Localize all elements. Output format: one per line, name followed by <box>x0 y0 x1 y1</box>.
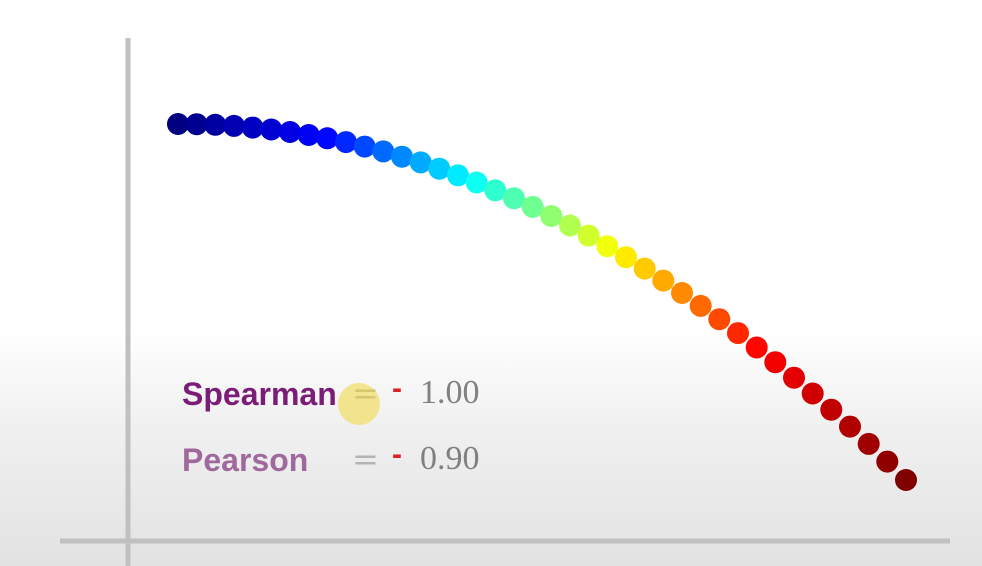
data-point <box>391 145 413 168</box>
data-point <box>241 116 264 139</box>
data-point <box>764 351 787 374</box>
scatter-chart <box>60 38 950 566</box>
data-point <box>447 164 469 187</box>
data-point <box>279 121 301 143</box>
data-point <box>559 214 581 237</box>
data-point <box>783 366 805 389</box>
pearson-label: Pearson <box>182 442 309 478</box>
data-point <box>727 322 749 345</box>
pearson-equals: = <box>352 440 379 478</box>
data-point <box>223 114 245 137</box>
pearson-value: 0.90 <box>420 440 480 477</box>
data-point <box>876 450 899 473</box>
data-point <box>428 157 451 180</box>
spearman-sign: - <box>392 372 402 405</box>
data-point <box>689 294 712 317</box>
data-point <box>708 308 731 331</box>
data-point <box>615 246 637 269</box>
data-point <box>484 179 507 202</box>
spearman-label: Spearman <box>182 376 337 412</box>
data-point <box>745 336 768 359</box>
data-point <box>857 432 880 455</box>
data-points <box>167 113 917 491</box>
spearman-value: 1.00 <box>420 374 480 411</box>
data-point <box>297 124 320 146</box>
data-point <box>260 118 283 141</box>
cursor-highlight <box>338 383 380 425</box>
data-point <box>652 269 675 292</box>
data-point <box>577 224 600 247</box>
data-point <box>204 113 227 136</box>
data-point <box>820 398 843 421</box>
data-point <box>335 131 357 154</box>
data-point <box>596 235 619 258</box>
data-point <box>316 127 339 150</box>
data-point <box>801 382 824 405</box>
data-point <box>503 187 525 210</box>
data-point <box>671 282 693 304</box>
data-point <box>372 140 395 163</box>
data-point <box>353 135 376 158</box>
data-point <box>895 469 917 491</box>
data-point <box>839 415 861 438</box>
data-point <box>167 113 189 135</box>
data-point <box>540 205 563 227</box>
data-point <box>633 257 656 280</box>
pearson-sign: - <box>392 438 402 471</box>
